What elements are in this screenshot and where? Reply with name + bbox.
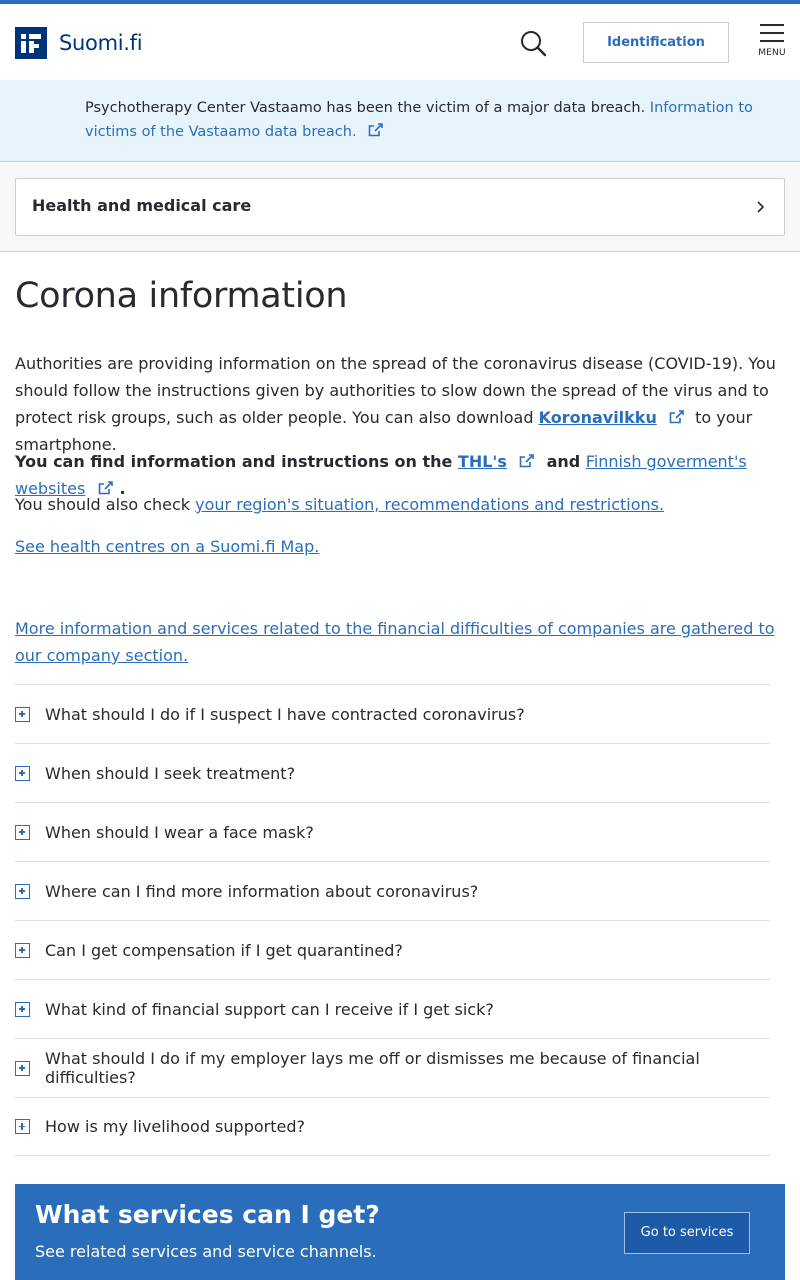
faq-item[interactable]: What kind of financial support can I rec… [15, 979, 770, 1038]
external-link-icon [669, 410, 684, 424]
region-paragraph: You should also check your region's situ… [15, 495, 665, 514]
notice-text: Psychotherapy Center Vastaamo has been t… [85, 100, 646, 116]
faq-accordion: What should I do if I suspect I have con… [15, 684, 770, 1156]
faq-question: When should I wear a face mask? [45, 822, 314, 842]
faq-item[interactable]: When should I seek treatment? [15, 743, 770, 802]
faq-item[interactable]: Where can I find more information about … [15, 861, 770, 920]
expand-plus-icon [15, 1060, 30, 1076]
services-title: What services can I get? [35, 1200, 380, 1229]
expand-plus-icon [15, 883, 30, 899]
region-situation-link[interactable]: your region's situation, recommendations… [195, 495, 664, 514]
faq-item[interactable]: Can I get compensation if I get quaranti… [15, 920, 770, 979]
data-breach-notice: Psychotherapy Center Vastaamo has been t… [0, 80, 800, 162]
menu-button[interactable]: MENU [754, 24, 790, 66]
health-centres-paragraph: See health centres on a Suomi.fi Map. [15, 533, 790, 560]
breadcrumb-area: Health and medical care [0, 163, 800, 252]
suomi-fi-logo[interactable]: Suomi.fi [15, 27, 143, 59]
search-button[interactable] [518, 28, 550, 60]
logo-text: Suomi.fi [59, 31, 143, 55]
suomi-fi-logo-mark [15, 27, 47, 59]
faq-question: What should I do if I suspect I have con… [45, 704, 525, 724]
external-link-icon [368, 123, 383, 137]
menu-label: MENU [758, 48, 786, 58]
company-section-link[interactable]: More information and services related to… [15, 619, 775, 665]
faq-item[interactable]: When should I wear a face mask? [15, 802, 770, 861]
services-subtitle: See related services and service channel… [35, 1242, 377, 1261]
external-link-icon [520, 454, 535, 468]
koronavilkku-link[interactable]: Koronavilkku [539, 408, 657, 427]
site-header: Suomi.fi Identification MENU [0, 4, 800, 80]
expand-plus-icon [15, 1001, 30, 1017]
expand-plus-icon [15, 765, 30, 781]
faq-question: Where can I find more information about … [45, 881, 479, 901]
page-title: Corona information [15, 276, 348, 316]
notice-paragraph: Psychotherapy Center Vastaamo has been t… [85, 96, 785, 144]
go-to-services-button[interactable]: Go to services [624, 1212, 750, 1254]
faq-question: When should I seek treatment? [45, 763, 296, 783]
faq-question: What kind of financial support can I rec… [45, 999, 494, 1019]
breadcrumb-health-care[interactable]: Health and medical care [15, 178, 785, 236]
expand-plus-icon [15, 824, 30, 840]
intro-paragraph: Authorities are providing information on… [15, 354, 776, 454]
faq-item[interactable]: What should I do if my employer lays me … [15, 1038, 770, 1097]
faq-item[interactable]: What should I do if I suspect I have con… [15, 684, 770, 743]
health-centres-map-link[interactable]: See health centres on a Suomi.fi Map. [15, 537, 319, 556]
expand-plus-icon [15, 942, 30, 958]
expand-plus-icon [15, 706, 30, 722]
chevron-right-icon [757, 201, 765, 213]
thl-link[interactable]: THL's [458, 452, 507, 471]
faq-question: How is my livelihood supported? [45, 1117, 305, 1136]
faq-question: What should I do if my employer lays me … [45, 1049, 700, 1087]
expand-plus-icon [15, 1119, 30, 1134]
identification-button[interactable]: Identification [583, 22, 729, 63]
faq-item[interactable]: How is my livelihood supported? [15, 1097, 770, 1156]
services-banner: What services can I get? See related ser… [15, 1184, 785, 1280]
faq-question: Can I get compensation if I get quaranti… [45, 940, 403, 960]
hamburger-icon [754, 24, 790, 42]
search-icon [521, 31, 547, 57]
breadcrumb-label: Health and medical care [32, 196, 252, 215]
company-section-paragraph: More information and services related to… [15, 615, 790, 669]
